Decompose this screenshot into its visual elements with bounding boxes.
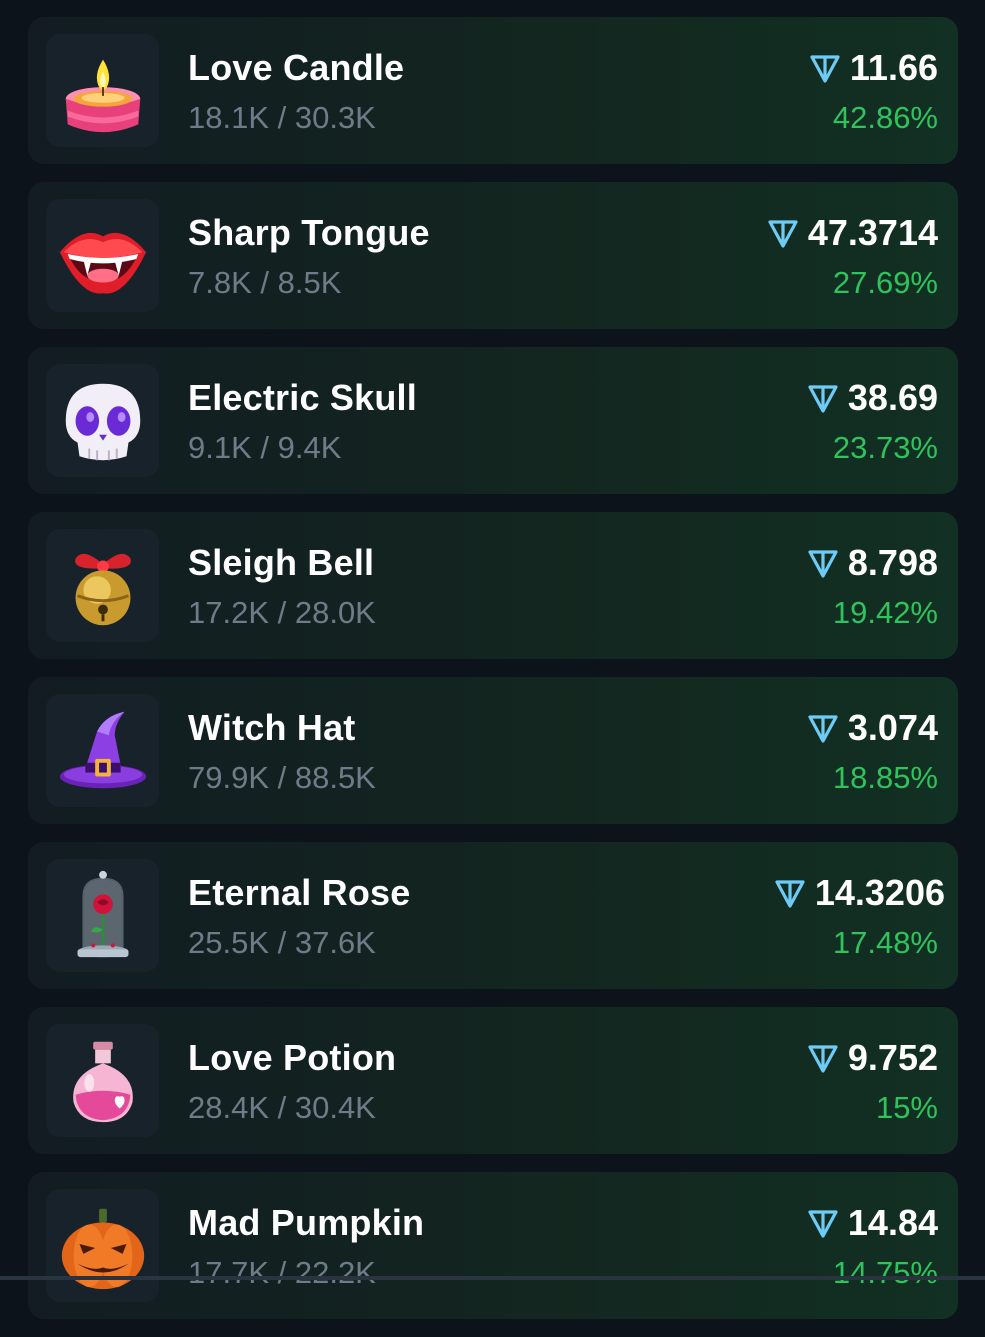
gift-thumbnail [46,1189,159,1302]
gift-price-value: 14.3206 [814,872,945,913]
gift-name: Eternal Rose [188,872,411,913]
ton-diamond-icon [810,55,840,83]
gift-supply: 7.8K / 8.5K [188,265,342,300]
gift-thumbnail [46,1024,159,1137]
gift-name: Sharp Tongue [188,212,430,253]
gift-thumbnail [46,529,159,642]
gift-price-value: 8.798 [847,542,938,583]
love-potion-icon [72,1041,133,1122]
gift-row-electric-skull[interactable]: Electric Skull 9.1K / 9.4K 38.69 23.73% [28,347,958,494]
gift-thumbnail [46,34,159,147]
gift-row-witch-hat[interactable]: Witch Hat 79.9K / 88.5K 3.074 18.85% [28,677,958,824]
gift-price-value: 11.66 [849,47,938,88]
gift-price-value: 38.69 [847,377,938,418]
gift-thumbnail [46,859,159,972]
gift-price: 9.752 [806,1037,938,1079]
electric-skull-icon [65,383,140,460]
gift-supply: 17.7K / 22.2K [188,1255,376,1290]
gift-price: 8.798 [806,542,938,584]
gift-price: 38.69 [806,377,938,419]
gift-supply: 17.2K / 28.0K [188,595,376,630]
sleigh-bell-icon [74,553,131,625]
ton-diamond-icon [808,385,838,413]
ton-diamond-icon [808,550,838,578]
ton-diamond-icon [768,220,798,248]
ton-diamond-icon [775,880,805,908]
gift-row-sharp-tongue[interactable]: Sharp Tongue 7.8K / 8.5K 47.3714 27.69% [28,182,958,329]
gift-supply: 9.1K / 9.4K [188,430,342,465]
gift-name: Witch Hat [188,707,356,748]
gift-price-value: 9.752 [847,1037,938,1078]
gift-price-value: 47.3714 [807,212,938,253]
gift-change-percent: 14.75% [832,1255,938,1290]
gift-change-percent: 42.86% [832,100,938,135]
gift-name: Mad Pumpkin [188,1202,425,1243]
gift-row-love-candle[interactable]: Love Candle 18.1K / 30.3K 11.66 42.86% [28,17,958,164]
sharp-tongue-icon [59,232,146,294]
gift-supply: 79.9K / 88.5K [188,760,376,795]
gift-supply: 18.1K / 30.3K [188,100,376,135]
ton-diamond-icon [808,1045,838,1073]
gift-change-percent: 23.73% [832,430,938,465]
gift-price: 47.3714 [766,212,938,254]
gift-price-value: 3.074 [847,707,938,748]
ton-diamond-icon [808,715,838,743]
gift-supply: 25.5K / 37.6K [188,925,376,960]
love-candle-icon [65,59,140,132]
gift-thumbnail [46,694,159,807]
eternal-rose-icon [77,870,128,957]
gift-row-eternal-rose[interactable]: Eternal Rose 25.5K / 37.6K 14.3206 17.48… [28,842,958,989]
gift-name: Love Potion [188,1037,397,1078]
ton-diamond-icon [808,1210,838,1238]
gift-row-mad-pumpkin[interactable]: Mad Pumpkin 17.7K / 22.2K 14.84 14.75% [28,1172,958,1319]
gift-thumbnail [46,364,159,477]
gift-change-percent: 27.69% [832,265,938,300]
gift-supply: 28.4K / 30.4K [188,1090,376,1125]
gift-price: 11.66 [808,47,938,89]
gift-price: 14.84 [806,1202,938,1244]
bottom-divider [0,1276,985,1280]
gift-change-percent: 15% [875,1090,938,1125]
gift-name: Sleigh Bell [188,542,375,583]
gift-change-percent: 17.48% [832,925,938,960]
gift-thumbnail [46,199,159,312]
gift-price: 14.3206 [773,872,945,914]
gift-row-sleigh-bell[interactable]: Sleigh Bell 17.2K / 28.0K 8.798 19.42% [28,512,958,659]
gift-price: 3.074 [806,707,938,749]
gift-change-percent: 18.85% [832,760,938,795]
gift-list: Love Candle 18.1K / 30.3K 11.66 42.86% S… [28,17,958,1337]
gift-name: Love Candle [188,47,405,88]
gift-change-percent: 19.42% [832,595,938,630]
gift-price-value: 14.84 [847,1202,938,1243]
gift-name: Electric Skull [188,377,417,418]
witch-hat-icon [59,711,146,788]
gift-row-love-potion[interactable]: Love Potion 28.4K / 30.4K 9.752 15% [28,1007,958,1154]
